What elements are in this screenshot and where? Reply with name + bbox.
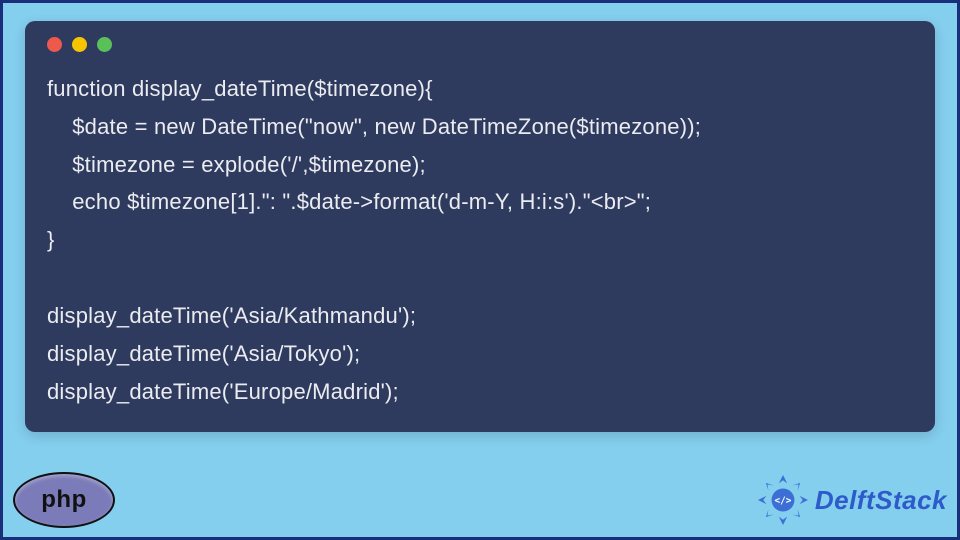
code-block: function display_dateTime($timezone){ $d… [47,70,913,410]
svg-text:</>: </> [774,496,791,507]
php-logo: php [13,472,115,528]
maximize-icon [97,37,112,52]
code-window: function display_dateTime($timezone){ $d… [25,21,935,432]
footer: php </> DelftStack [13,469,947,531]
window-controls [47,37,913,52]
minimize-icon [72,37,87,52]
brand-wrap: </> DelftStack [757,474,947,526]
close-icon [47,37,62,52]
delftstack-icon: </> [757,474,809,526]
brand-name: DelftStack [815,485,947,516]
